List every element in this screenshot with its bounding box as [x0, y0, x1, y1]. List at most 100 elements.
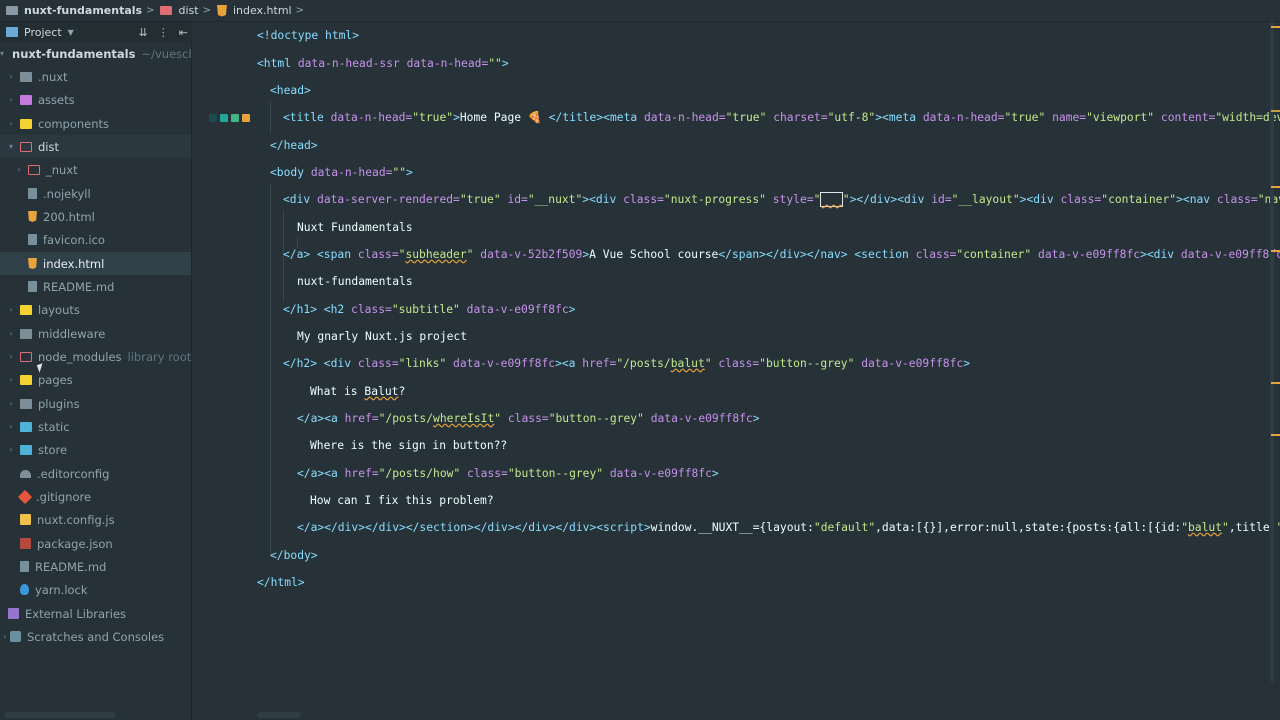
- breadcrumb: nuxt-fundamentals > dist > index.html >: [0, 0, 1280, 22]
- folder-icon: [20, 421, 32, 432]
- chevron-right-icon[interactable]: ›: [6, 352, 16, 361]
- git-icon: [17, 489, 33, 504]
- tree-item-store[interactable]: › store: [0, 438, 191, 461]
- tree-item-components[interactable]: › components: [0, 112, 191, 135]
- image-file-icon: [28, 234, 37, 245]
- tree-item-static[interactable]: › static: [0, 415, 191, 438]
- code-line-6: <body data-n-head="">: [270, 166, 413, 179]
- chevron-right-icon[interactable]: ›: [6, 422, 16, 431]
- folder-icon: [20, 141, 32, 152]
- chevron-down-icon[interactable]: ▾: [0, 49, 4, 58]
- chevron-right-icon[interactable]: ›: [0, 632, 10, 641]
- code-line-21: </html>: [257, 576, 305, 589]
- hide-icon[interactable]: ⇤: [179, 26, 188, 39]
- tree-item-middleware[interactable]: › middleware: [0, 322, 191, 345]
- html-file-icon: [216, 4, 227, 17]
- tree-item-plugins[interactable]: › plugins: [0, 392, 191, 415]
- chevron-down-icon[interactable]: ▾: [6, 142, 16, 151]
- html-file-icon: [28, 211, 37, 222]
- code-line-2: <html data-n-head-ssr data-n-head="">: [257, 57, 509, 70]
- tree-item-favicon[interactable]: favicon.ico: [0, 228, 191, 251]
- code-line-17: </a><a href="/posts/how" class="button--…: [297, 467, 719, 480]
- chevron-right-icon: >: [146, 5, 155, 16]
- tree-item-nuxt[interactable]: › .nuxt: [0, 65, 191, 88]
- gutter-color-markers: [209, 114, 250, 122]
- project-tree: ▾ nuxt-fundamentals ~/vuesch › .nuxt › a…: [0, 42, 192, 720]
- sidebar-horizontal-scrollbar[interactable]: [4, 712, 116, 718]
- color-swatch-icon: [209, 114, 217, 122]
- chevron-right-icon[interactable]: ›: [6, 445, 16, 454]
- project-panel-header[interactable]: Project ▼ ⇊ ⋮ ⇤: [0, 22, 192, 42]
- tree-item-editorconfig[interactable]: .editorconfig: [0, 462, 191, 485]
- chevron-right-icon[interactable]: ›: [6, 399, 16, 408]
- warning-marker[interactable]: [1271, 186, 1280, 188]
- chevron-down-icon[interactable]: ▼: [68, 28, 74, 37]
- tree-item-layouts[interactable]: › layouts: [0, 298, 191, 321]
- tree-item-scratches[interactable]: › Scratches and Consoles: [0, 625, 191, 648]
- tree-item-external-libraries[interactable]: External Libraries: [0, 602, 191, 625]
- editor-horizontal-scrollbar[interactable]: [257, 712, 301, 718]
- tree-item-assets[interactable]: › assets: [0, 88, 191, 111]
- code-line-13: </h2> <div class="links" data-v-e09ff8fc…: [283, 357, 971, 370]
- folder-icon: [20, 71, 32, 82]
- chevron-right-icon[interactable]: ›: [6, 72, 16, 81]
- editor-vertical-scrollbar[interactable]: [1270, 22, 1274, 682]
- tree-item-readme[interactable]: README.md: [0, 555, 191, 578]
- code-line-18: How can I fix this problem?: [310, 494, 494, 507]
- code-line-7: <div data-server-rendered="true" id="__n…: [283, 192, 1280, 207]
- settings-icon[interactable]: ⋮: [158, 26, 169, 39]
- chevron-right-icon[interactable]: ›: [6, 119, 16, 128]
- color-swatch-icon: [242, 114, 250, 122]
- tree-item-dist-readme[interactable]: README.md: [0, 275, 191, 298]
- code-line-15: </a><a href="/posts/whereIsIt" class="bu…: [297, 412, 760, 425]
- tree-item-200-html[interactable]: 200.html: [0, 205, 191, 228]
- tree-item-gitignore[interactable]: .gitignore: [0, 485, 191, 508]
- project-panel-tools: ⇊ ⋮ ⇤: [139, 22, 188, 42]
- tree-item-dist-nuxt[interactable]: › _nuxt: [0, 158, 191, 181]
- tree-item-pages[interactable]: › pages: [0, 368, 191, 391]
- breadcrumb-folder[interactable]: dist: [160, 0, 199, 22]
- tree-item-nuxt-config[interactable]: nuxt.config.js: [0, 508, 191, 531]
- chevron-right-icon[interactable]: ›: [6, 329, 16, 338]
- library-icon: [8, 608, 19, 619]
- breadcrumb-project[interactable]: nuxt-fundamentals: [6, 0, 142, 22]
- chevron-right-icon[interactable]: ›: [6, 95, 16, 104]
- folder-icon: [20, 328, 32, 339]
- code-line-20: </body>: [270, 549, 318, 562]
- warning-marker[interactable]: [1271, 26, 1280, 28]
- folder-icon: [20, 444, 32, 455]
- code-line-19: </a></div></div></section></div></div></…: [297, 521, 1280, 534]
- tree-item-index-html[interactable]: index.html: [0, 252, 191, 275]
- markdown-file-icon: [28, 281, 37, 292]
- color-swatch-icon: [231, 114, 239, 122]
- code-line-11: </h1> <h2 class="subtitle" data-v-e09ff8…: [283, 303, 576, 316]
- code-editor[interactable]: <!doctype html> <html data-n-head-ssr da…: [193, 22, 1280, 720]
- tree-item-dist[interactable]: ▾ dist: [0, 135, 191, 158]
- tree-root[interactable]: ▾ nuxt-fundamentals ~/vuesch: [0, 42, 191, 65]
- warning-marker[interactable]: [1271, 434, 1280, 436]
- code-line-9: </a> <span class="subheader" data-v-52b2…: [283, 248, 1280, 261]
- folder-icon: [20, 374, 32, 385]
- code-line-4: <title data-n-head="true">Home Page 🍕 </…: [283, 111, 1280, 124]
- code-line-10: nuxt-fundamentals: [297, 275, 413, 288]
- chevron-right-icon[interactable]: ›: [14, 165, 24, 174]
- breadcrumb-file[interactable]: index.html: [216, 0, 292, 22]
- folder-icon: [28, 164, 40, 175]
- file-icon: [28, 188, 37, 199]
- chevron-right-icon[interactable]: ›: [6, 305, 16, 314]
- warning-marker[interactable]: [1271, 250, 1280, 252]
- html-file-icon: [28, 258, 37, 269]
- code-line-1: <!doctype html>: [257, 29, 360, 42]
- warning-marker[interactable]: [1271, 110, 1280, 112]
- npm-file-icon: [20, 538, 31, 549]
- tree-item-yarn-lock[interactable]: yarn.lock: [0, 578, 191, 601]
- tree-item-node-modules[interactable]: › node_modules library root: [0, 345, 191, 368]
- scratches-icon: [10, 631, 21, 642]
- warning-marker[interactable]: [1271, 382, 1280, 384]
- code-line-8: Nuxt Fundamentals: [297, 221, 413, 234]
- tree-item-package-json[interactable]: package.json: [0, 532, 191, 555]
- chevron-right-icon[interactable]: ›: [6, 375, 16, 384]
- collapse-all-icon[interactable]: ⇊: [139, 26, 148, 39]
- code-line-12: My gnarly Nuxt.js project: [297, 330, 468, 343]
- tree-item-nojekyll[interactable]: .nojekyll: [0, 182, 191, 205]
